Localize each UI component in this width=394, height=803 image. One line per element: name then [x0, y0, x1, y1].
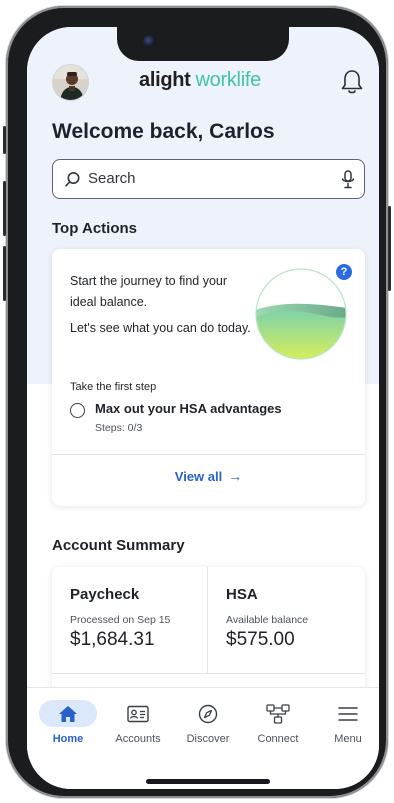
task-radio[interactable]	[70, 403, 85, 418]
task-steps: Steps: 0/3	[95, 422, 143, 434]
account-tile-paycheck[interactable]: Paycheck Processed on Sep 15 $1,684.31	[52, 567, 208, 673]
volume-up-button	[3, 181, 6, 236]
compass-icon	[198, 704, 218, 723]
bottom-tab-bar: Home Accounts Discover Connect Menu	[27, 687, 379, 789]
tab-connect[interactable]: Connect	[243, 688, 313, 758]
tab-label: Menu	[334, 733, 362, 745]
app-header: alight worklife	[27, 63, 379, 103]
task-title[interactable]: Max out your HSA advantages	[95, 401, 282, 416]
search-placeholder: Search	[88, 170, 136, 187]
page-title: Welcome back, Carlos	[52, 120, 275, 143]
arrow-right-icon: →	[228, 468, 243, 484]
account-subtitle: Processed on Sep 15	[70, 614, 171, 626]
journey-description: Start the journey to find your ideal bal…	[70, 271, 255, 339]
home-icon	[59, 705, 77, 722]
power-button	[388, 206, 391, 291]
app-screen: alight worklife Welcome back, Carlos Sear…	[27, 27, 379, 789]
avatar[interactable]	[52, 64, 89, 101]
tab-menu[interactable]: Menu	[313, 688, 379, 758]
tab-accounts[interactable]: Accounts	[103, 688, 173, 758]
front-camera	[143, 35, 156, 48]
microphone-icon[interactable]	[341, 170, 355, 189]
tab-label: Discover	[186, 733, 230, 745]
tab-discover[interactable]: Discover	[173, 688, 243, 758]
account-amount: $1,684.31	[70, 629, 155, 650]
volume-down-button	[3, 246, 6, 301]
phone-frame: alight worklife Welcome back, Carlos Sear…	[3, 6, 391, 798]
logo-secondary: worklife	[195, 69, 262, 91]
view-all-label: View all	[174, 469, 223, 484]
id-card-icon	[127, 705, 149, 722]
top-actions-heading: Top Actions	[52, 220, 137, 237]
card-divider	[52, 454, 365, 455]
tab-label: Connect	[257, 733, 299, 745]
app-logo: alight worklife	[139, 69, 261, 92]
home-indicator[interactable]	[146, 779, 270, 784]
tab-label: Home	[52, 733, 84, 745]
account-name: HSA	[226, 586, 258, 603]
account-name: Paycheck	[70, 586, 140, 603]
journey-line-1: Start the journey to find your ideal bal…	[70, 274, 228, 309]
search-input[interactable]: Search	[52, 159, 365, 199]
network-icon	[266, 703, 290, 724]
search-icon	[65, 172, 80, 187]
help-button[interactable]: ?	[336, 264, 352, 280]
view-all-link[interactable]: View all →	[52, 468, 365, 484]
first-step-label: Take the first step	[70, 381, 157, 393]
hamburger-icon	[338, 706, 358, 721]
account-tile-hsa[interactable]: HSA Available balance $575.00	[208, 567, 365, 673]
tab-home[interactable]: Home	[33, 688, 103, 758]
bell-icon	[341, 70, 363, 94]
tab-label: Accounts	[115, 733, 161, 745]
logo-primary: alight	[139, 69, 191, 91]
journey-line-2: Let's see what you can do today.	[70, 321, 251, 335]
summary-divider	[52, 673, 365, 674]
mute-switch	[3, 126, 6, 154]
balance-illustration-icon	[255, 268, 347, 360]
account-amount: $575.00	[226, 629, 295, 650]
account-summary-heading: Account Summary	[52, 537, 185, 554]
account-subtitle: Available balance	[226, 614, 309, 626]
user-avatar-icon	[53, 65, 88, 100]
top-actions-card: Start the journey to find your ideal bal…	[52, 249, 365, 506]
notifications-button[interactable]	[339, 68, 365, 96]
